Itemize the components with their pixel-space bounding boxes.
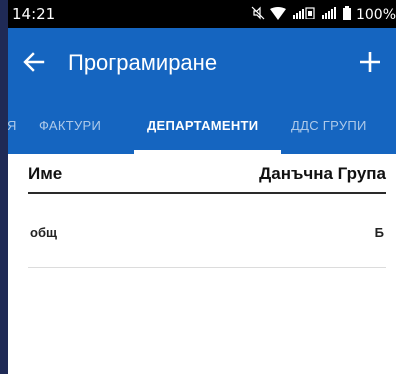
tab-bar: Я ФАКТУРИ ДЕПАРТАМЕНТИ ДДС ГРУПИ	[8, 98, 396, 154]
tab-departments[interactable]: ДЕПАРТАМЕНТИ	[147, 118, 258, 133]
mute-icon	[251, 6, 265, 23]
cell-tax-group: Б	[374, 225, 384, 240]
back-button[interactable]	[16, 44, 52, 80]
tab-invoices[interactable]: ФАКТУРИ	[39, 118, 101, 133]
table-header: Име Данъчна Група	[28, 154, 386, 194]
signal-icon	[320, 7, 338, 22]
column-header-name: Име	[28, 164, 63, 183]
toolbar: Програмиране	[8, 28, 396, 98]
cell-department-name: общ	[30, 225, 57, 240]
departments-table: Име Данъчна Група общ Б	[28, 154, 386, 268]
battery-percent: 100%	[355, 6, 396, 23]
battery-icon	[342, 6, 351, 23]
table-row[interactable]: общ Б	[28, 194, 386, 268]
device-frame	[0, 0, 8, 374]
arrow-left-icon	[23, 52, 45, 72]
wifi-icon	[269, 6, 286, 23]
column-header-tax-group: Данъчна Група	[259, 164, 386, 183]
signal-icon	[291, 7, 315, 22]
plus-icon	[360, 52, 380, 72]
app-screen: 14:21 100% Програмиране Я ФАКТУРИ ДЕПАРТ…	[8, 0, 396, 374]
add-button[interactable]	[350, 42, 390, 82]
app-bar: Програмиране Я ФАКТУРИ ДЕПАРТАМЕНТИ ДДС …	[8, 28, 396, 154]
tab-partial[interactable]: Я	[8, 118, 17, 133]
status-time: 14:21	[12, 5, 56, 23]
status-bar: 14:21 100%	[8, 0, 396, 28]
status-icons: 100%	[251, 6, 396, 23]
page-title: Програмиране	[68, 50, 218, 75]
tab-vat-groups[interactable]: ДДС ГРУПИ	[291, 118, 367, 133]
